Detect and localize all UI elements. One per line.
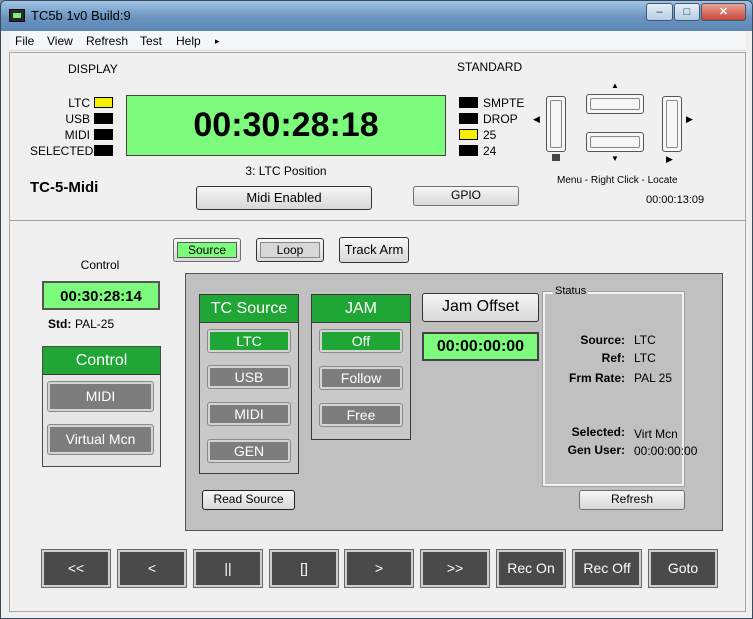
ind-label-midi: MIDI xyxy=(64,128,90,142)
locate-next-icon: ▶ xyxy=(666,154,673,164)
transport-fast-forward-button[interactable]: >> xyxy=(420,549,490,588)
ind-label-drop: DROP xyxy=(483,112,518,126)
midi-enabled-button[interactable]: Midi Enabled xyxy=(196,186,372,210)
transport-step-back-button[interactable]: < xyxy=(117,549,187,588)
section-divider xyxy=(10,220,745,221)
jam-offset-value: 00:00:00:00 xyxy=(422,332,539,361)
tab-loop[interactable]: Loop xyxy=(256,238,324,262)
locate-bottom-handle[interactable] xyxy=(586,132,644,152)
gpio-button[interactable]: GPIO xyxy=(413,186,519,206)
jam-follow-button[interactable]: Follow xyxy=(319,366,403,390)
ind-25 xyxy=(459,129,478,140)
status-refresh-button[interactable]: Refresh xyxy=(579,490,685,510)
transport-pause-button[interactable]: || xyxy=(193,549,263,588)
device-name: TC-5-Midi xyxy=(30,179,99,196)
ind-24 xyxy=(459,145,478,156)
maximize-button[interactable]: □ xyxy=(674,3,700,21)
std-label: Std: xyxy=(48,317,72,331)
tc-source-midi-button[interactable]: MIDI xyxy=(207,402,291,426)
status-ref-key: Ref: xyxy=(601,351,625,365)
tab-source-label: Source xyxy=(177,242,237,258)
locate-top-handle[interactable] xyxy=(586,94,644,114)
menu-test[interactable]: Test xyxy=(140,34,162,48)
ind-smpte xyxy=(459,97,478,108)
locate-left-handle[interactable] xyxy=(546,96,566,152)
status-source-value: LTC xyxy=(634,333,656,347)
menu-refresh[interactable]: Refresh xyxy=(86,34,128,48)
transport-rewind-button[interactable]: << xyxy=(41,549,111,588)
control-timecode: 00:30:28:14 xyxy=(42,281,160,310)
transport-rec-on-button[interactable]: Rec On xyxy=(496,549,566,588)
locate-caption: Menu - Right Click - Locate xyxy=(557,175,678,186)
tc-source-gen-button[interactable]: GEN xyxy=(207,439,291,463)
ind-usb xyxy=(94,113,113,124)
status-selected-value: Virt Mcn xyxy=(634,427,678,441)
locate-right-handle[interactable] xyxy=(662,96,682,152)
control-panel-title: Control xyxy=(43,347,160,375)
read-source-button[interactable]: Read Source xyxy=(202,490,295,510)
locate-time: 00:00:13:09 xyxy=(646,194,705,206)
ind-midi xyxy=(94,129,113,140)
locate-left-arrow-icon[interactable]: ◀ xyxy=(533,114,540,125)
control-virtual-mcn-button[interactable]: Virtual Mcn xyxy=(47,424,154,455)
minimize-button[interactable]: – xyxy=(646,3,673,21)
menu-view[interactable]: View xyxy=(47,34,73,48)
tc-source-panel: TC Source LTC USB MIDI GEN xyxy=(199,294,299,474)
transport-stop-button[interactable]: [] xyxy=(269,549,339,588)
ind-selected xyxy=(94,145,113,156)
app-window: TC5b 1v0 Build:9 – □ ✕ File View Refresh… xyxy=(0,0,753,619)
ind-label-24: 24 xyxy=(483,144,497,158)
ind-ltc xyxy=(94,97,113,108)
tc-source-usb-button[interactable]: USB xyxy=(207,365,291,389)
position-caption: 3: LTC Position xyxy=(245,164,327,178)
locate-right-arrow-icon[interactable]: ▶ xyxy=(686,114,693,125)
status-gen-user-key: Gen User: xyxy=(567,443,625,457)
ind-drop xyxy=(459,113,478,124)
locate-up-arrow-icon[interactable]: ▲ xyxy=(611,81,619,90)
jam-panel: JAM Off Follow Free xyxy=(311,294,411,440)
control-midi-button[interactable]: MIDI xyxy=(47,381,154,412)
jam-off-button[interactable]: Off xyxy=(319,329,403,353)
control-heading: Control xyxy=(80,258,120,272)
status-source-key: Source: xyxy=(580,333,625,347)
status-selected-key: Selected: xyxy=(571,425,625,439)
menu-bar: File View Refresh Test Help ▸ xyxy=(9,31,746,51)
menu-help[interactable]: Help xyxy=(176,34,201,48)
standard-heading: STANDARD xyxy=(457,60,523,74)
status-legend: Status xyxy=(553,285,589,297)
ind-label-selected: SELECTED xyxy=(30,144,94,158)
transport-goto-button[interactable]: Goto xyxy=(648,549,718,588)
tc-source-title: TC Source xyxy=(200,295,298,323)
jam-free-button[interactable]: Free xyxy=(319,403,403,427)
tab-track-arm[interactable]: Track Arm xyxy=(339,237,409,263)
window-title: TC5b 1v0 Build:9 xyxy=(31,8,131,23)
tab-loop-label: Loop xyxy=(260,242,320,258)
ind-label-25: 25 xyxy=(483,128,497,142)
jam-title: JAM xyxy=(312,295,410,323)
client-area: DISPLAY LTC USB MIDI SELECTED 00:30:28:1… xyxy=(9,52,746,612)
jam-offset-button[interactable]: Jam Offset xyxy=(422,293,539,322)
status-frm-rate-key: Frm Rate: xyxy=(568,371,625,385)
std-value: PAL-25 xyxy=(75,317,115,331)
locate-stop-icon xyxy=(552,154,560,161)
app-icon xyxy=(9,9,25,22)
transport-play-button[interactable]: > xyxy=(344,549,414,588)
control-panel: Control MIDI Virtual Mcn xyxy=(42,346,161,467)
menu-overflow[interactable]: ▸ xyxy=(215,36,220,47)
main-timecode-display: 00:30:28:18 xyxy=(126,95,446,156)
title-bar[interactable]: TC5b 1v0 Build:9 – □ ✕ xyxy=(1,1,752,31)
tab-source[interactable]: Source xyxy=(173,238,241,262)
ind-label-ltc: LTC xyxy=(68,96,90,110)
close-button[interactable]: ✕ xyxy=(701,3,746,21)
status-gen-user-value: 00:00:00:00 xyxy=(634,444,698,458)
status-ref-value: LTC xyxy=(634,351,656,365)
display-heading: DISPLAY xyxy=(68,62,118,76)
menu-file[interactable]: File xyxy=(15,34,34,48)
ind-label-usb: USB xyxy=(65,112,90,126)
tc-source-ltc-button[interactable]: LTC xyxy=(207,329,291,353)
locate-down-arrow-icon[interactable]: ▼ xyxy=(611,154,619,163)
transport-rec-off-button[interactable]: Rec Off xyxy=(572,549,642,588)
status-frm-rate-value: PAL 25 xyxy=(634,371,673,385)
ind-label-smpte: SMPTE xyxy=(483,96,525,110)
